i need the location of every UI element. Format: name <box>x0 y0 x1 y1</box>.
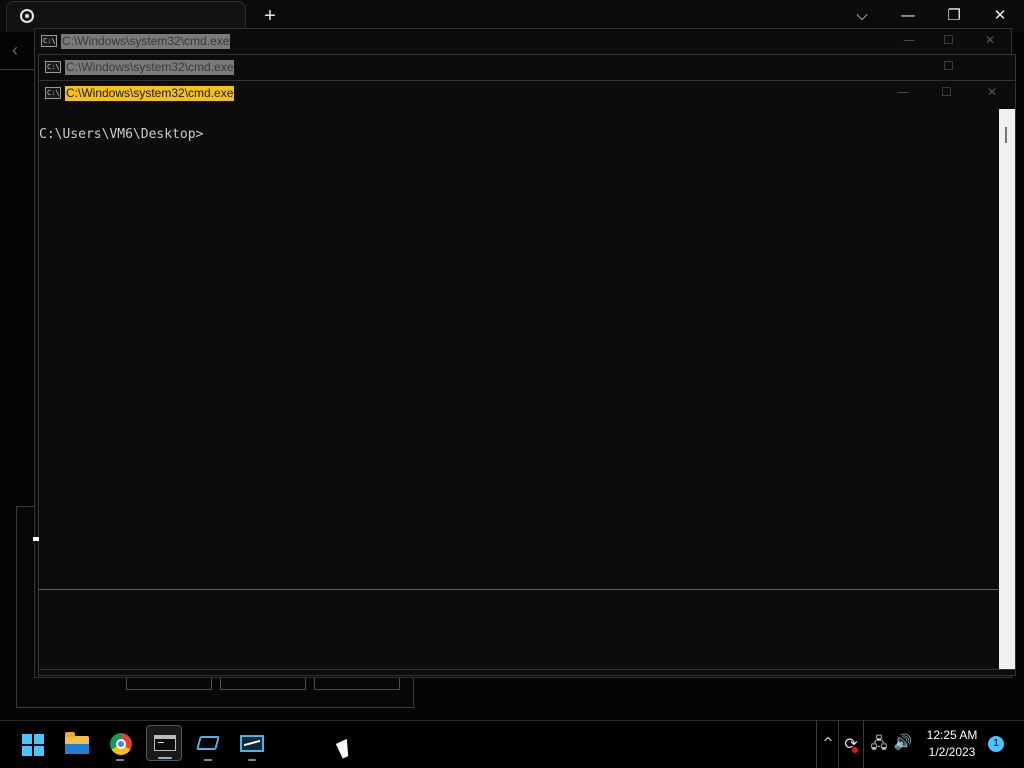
cmd-app-icon: C:\ <box>45 87 61 99</box>
cmd-title-bar[interactable]: C:\ C:\Windows\system32\cmd.exe — ☐ ✕ <box>35 29 1011 55</box>
new-tab-button[interactable]: + <box>258 4 282 28</box>
running-indicator <box>158 757 172 759</box>
lower-scrollbar[interactable] <box>999 590 1015 669</box>
taskbar-file-explorer[interactable] <box>58 726 94 762</box>
volume-icon[interactable]: 🔊 <box>892 733 914 753</box>
taskbar-chrome[interactable] <box>102 726 138 762</box>
clock-time[interactable]: 12:25 AM <box>918 728 986 742</box>
cmd-title-bar[interactable]: C:\ C:\Windows\system32\cmd.exe — ☐ ✕ <box>39 81 1015 107</box>
cmd-app-icon: C:\ <box>41 35 57 47</box>
taskbar-command-prompt[interactable] <box>146 725 182 761</box>
cmd-title-bar[interactable]: C:\ C:\Windows\system32\cmd.exe ☐ <box>39 55 1015 81</box>
chrome-restore-button[interactable]: ❐ <box>934 3 974 27</box>
running-indicator <box>204 759 212 761</box>
cmd-window-title: C:\Windows\system32\cmd.exe <box>65 60 235 75</box>
cmd-window-title: C:\Windows\system32\cmd.exe <box>65 86 235 101</box>
window-edge-marker <box>33 537 39 541</box>
console-prompt: C:\Users\VM6\Desktop> <box>39 127 204 142</box>
tab-search-dropdown-icon[interactable]: ⌵ <box>842 3 882 27</box>
scrollbar-thumb[interactable] <box>1005 127 1007 143</box>
chrome-tab-favicon-icon <box>20 9 34 23</box>
cmd-window-title: C:\Windows\system32\cmd.exe <box>61 34 231 49</box>
monitor-chart-icon <box>240 735 264 752</box>
start-button[interactable] <box>14 726 50 762</box>
chrome-minimize-button[interactable]: — <box>888 3 928 27</box>
cmd-close-button[interactable]: ✕ <box>985 33 995 47</box>
cmd-icon <box>154 735 176 751</box>
taskbar-app-4[interactable] <box>190 726 226 762</box>
cmd-maximize-button[interactable]: ☐ <box>941 85 952 99</box>
chrome-close-button[interactable]: ✕ <box>980 3 1020 27</box>
console-lower-pane[interactable] <box>39 590 999 669</box>
vertical-scrollbar[interactable] <box>999 109 1015 669</box>
cmd-maximize-button[interactable]: ☐ <box>943 33 954 47</box>
sync-status-icon[interactable]: ⟳ <box>838 720 864 768</box>
parallelogram-icon <box>196 736 220 750</box>
console-output[interactable]: C:\Users\VM6\Desktop> <box>39 109 999 669</box>
cmd-close-button[interactable]: ✕ <box>987 85 997 99</box>
cmd-window-active[interactable]: C:\ C:\Windows\system32\cmd.exe — ☐ ✕ C:… <box>38 80 1016 670</box>
clock-date[interactable]: 1/2/2023 <box>918 745 986 759</box>
notification-badge[interactable]: 1 <box>988 736 1004 752</box>
windows-logo-icon <box>22 734 44 756</box>
toolbar-divider <box>0 69 34 70</box>
folder-icon <box>65 732 89 754</box>
cmd-app-icon: C:\ <box>45 61 61 73</box>
running-indicator <box>116 759 124 761</box>
cmd-minimize-button[interactable]: — <box>897 85 909 99</box>
running-indicator <box>248 759 256 761</box>
cmd-maximize-button[interactable]: ☐ <box>943 59 954 73</box>
chrome-icon <box>110 733 132 755</box>
show-hidden-icons-chevron-icon[interactable]: ^ <box>816 720 839 768</box>
cmd-minimize-button[interactable]: — <box>903 33 915 47</box>
taskbar-app-5[interactable] <box>234 726 270 762</box>
network-icon[interactable]: 🖧 <box>868 733 890 753</box>
back-arrow-icon[interactable]: ‹ <box>12 40 18 61</box>
